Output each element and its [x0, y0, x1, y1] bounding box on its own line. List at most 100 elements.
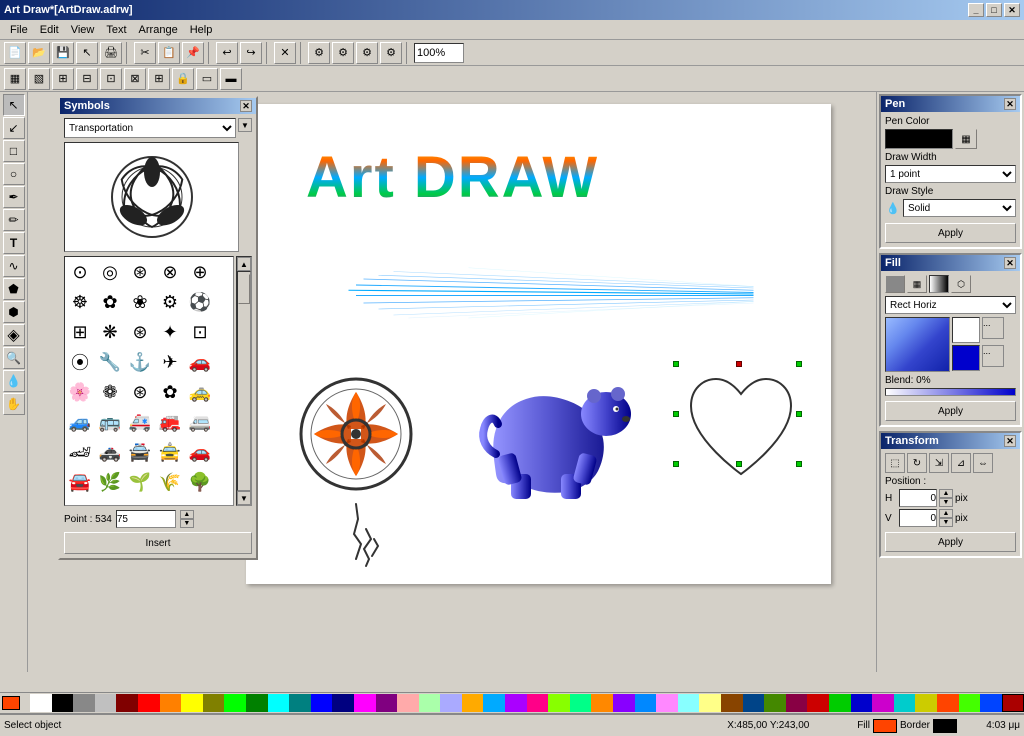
pal-darkblue[interactable]	[851, 694, 873, 712]
pal-fuchsia[interactable]	[354, 694, 376, 712]
pal-lightmag[interactable]	[656, 694, 678, 712]
pen-width-select[interactable]: 1 point 2 point 3 point	[885, 165, 1016, 183]
sym-item[interactable]: ⊕	[185, 257, 215, 287]
align-btn1[interactable]: ⊞	[52, 68, 74, 90]
sym-item[interactable]: 🚗	[185, 347, 215, 377]
pen-style-select[interactable]: Solid Dashed Dotted	[903, 199, 1016, 217]
symbol-btn4[interactable]: ⚙	[380, 42, 402, 64]
circle-tool[interactable]: ○	[3, 163, 25, 185]
trans-scale-btn[interactable]: ⇲	[929, 453, 949, 473]
menu-view[interactable]: View	[65, 22, 101, 38]
node-tool[interactable]: ↙	[3, 117, 25, 139]
sym-item[interactable]: ✿	[95, 287, 125, 317]
select-button[interactable]: ↖	[76, 42, 98, 64]
pal-brightgreen[interactable]	[959, 694, 981, 712]
pal-vermilion[interactable]	[937, 694, 959, 712]
transform-apply-button[interactable]: Apply	[885, 532, 1016, 552]
sym-item[interactable]: 🚐	[185, 407, 215, 437]
pal-crimson[interactable]	[786, 694, 808, 712]
fill-panel-close[interactable]: ✕	[1004, 257, 1016, 269]
symbols-category-arrow[interactable]: ▼	[238, 118, 252, 132]
align-btn5[interactable]: ⊞	[148, 68, 170, 90]
pal-blue[interactable]	[311, 694, 333, 712]
fill-white-box[interactable]	[952, 317, 980, 343]
pen-color-box[interactable]	[885, 129, 953, 149]
view-btn1[interactable]: ▭	[196, 68, 218, 90]
copy-button[interactable]: 📋	[158, 42, 180, 64]
pal-spring[interactable]	[570, 694, 592, 712]
eyedrop-tool[interactable]: 💧	[3, 370, 25, 392]
sym-item[interactable]: 🚘	[65, 467, 95, 497]
grid-btn2[interactable]: ▧	[28, 68, 50, 90]
sym-item[interactable]: ⊛	[125, 257, 155, 287]
hand-tool[interactable]: ✋	[3, 393, 25, 415]
symbol-btn3[interactable]: ⚙	[356, 42, 378, 64]
fill-type-select[interactable]: Rect Horiz Rect Vert Radial	[885, 296, 1016, 314]
sym-item[interactable]: 🌳	[185, 467, 215, 497]
maximize-button[interactable]: □	[986, 3, 1002, 17]
sym-item[interactable]: ✦	[155, 317, 185, 347]
pal-olive[interactable]	[203, 694, 225, 712]
symbols-close-button[interactable]: ✕	[240, 100, 252, 112]
scroll-down[interactable]: ▼	[237, 491, 251, 505]
sym-item[interactable]: 🚑	[125, 407, 155, 437]
pal-darkcyan[interactable]	[894, 694, 916, 712]
sym-item[interactable]: ⊙	[65, 257, 95, 287]
pal-white[interactable]	[30, 694, 52, 712]
pal-ltyellow[interactable]	[699, 694, 721, 712]
trans-mirror-btn[interactable]: ⇔	[973, 453, 993, 473]
current-fill-color[interactable]	[2, 696, 20, 710]
h-input[interactable]	[899, 489, 937, 507]
pal-indigo[interactable]	[613, 694, 635, 712]
pal-lime[interactable]	[224, 694, 246, 712]
pal-amber[interactable]	[462, 694, 484, 712]
scroll-thumb[interactable]	[238, 274, 250, 304]
pal-darkyellow[interactable]	[915, 694, 937, 712]
pal-ltblue[interactable]	[440, 694, 462, 712]
lock-btn[interactable]: 🔒	[172, 68, 194, 90]
pen-panel-close[interactable]: ✕	[1004, 98, 1016, 110]
align-btn4[interactable]: ⊠	[124, 68, 146, 90]
sym-item[interactable]: 🏎	[65, 437, 95, 467]
point-input[interactable]	[116, 510, 176, 528]
sym-item[interactable]: ❀	[125, 287, 155, 317]
transform-panel-close[interactable]: ✕	[1004, 435, 1016, 447]
print-button[interactable]: 🖨	[100, 42, 122, 64]
pal-darkred[interactable]	[807, 694, 829, 712]
open-button[interactable]: 📂	[28, 42, 50, 64]
pal-green[interactable]	[246, 694, 268, 712]
h-spin-down[interactable]: ▼	[939, 498, 953, 507]
align-btn2[interactable]: ⊟	[76, 68, 98, 90]
fill-dots-btn1[interactable]: ...	[982, 317, 1004, 339]
pal-brown[interactable]	[721, 694, 743, 712]
sym-item[interactable]: ⊡	[185, 317, 215, 347]
fill-blend-slider[interactable]	[885, 388, 1016, 396]
h-spin-up[interactable]: ▲	[939, 489, 953, 498]
pal-red[interactable]	[138, 694, 160, 712]
pal-teal[interactable]	[289, 694, 311, 712]
zoom-tool[interactable]: 🔍	[3, 347, 25, 369]
sym-item[interactable]: ✿	[155, 377, 185, 407]
undo-button[interactable]: ↩	[216, 42, 238, 64]
brush-tool[interactable]: ✏	[3, 209, 25, 231]
spin-up[interactable]: ▲	[180, 510, 194, 519]
pal-maroon[interactable]	[116, 694, 138, 712]
symbols-category-select[interactable]: Transportation Animals Shapes	[64, 118, 236, 138]
pal-chartreuse[interactable]	[548, 694, 570, 712]
pal-rose[interactable]	[527, 694, 549, 712]
v-spin-up[interactable]: ▲	[939, 509, 953, 518]
menu-help[interactable]: Help	[184, 22, 219, 38]
text-tool[interactable]: T	[3, 232, 25, 254]
pal-yellow[interactable]	[181, 694, 203, 712]
fill-gradient-preview[interactable]	[885, 317, 950, 372]
redo-button[interactable]: ↪	[240, 42, 262, 64]
sym-item[interactable]: 🚕	[185, 377, 215, 407]
shape-tool[interactable]: ⬢	[3, 301, 25, 323]
menu-file[interactable]: File	[4, 22, 34, 38]
symbols-grid[interactable]: ⊙ ◎ ⊛ ⊗ ⊕ ☸ ✿ ❀ ⚙ ⚽ ⊞ ❋ ⊛ ✦ ⊡	[64, 256, 234, 506]
pal-violet[interactable]	[505, 694, 527, 712]
pal-cyan[interactable]	[268, 694, 290, 712]
sym-item[interactable]: ❁	[95, 377, 125, 407]
sym-item[interactable]: 🌾	[155, 467, 185, 497]
close-button[interactable]: ✕	[1004, 3, 1020, 17]
